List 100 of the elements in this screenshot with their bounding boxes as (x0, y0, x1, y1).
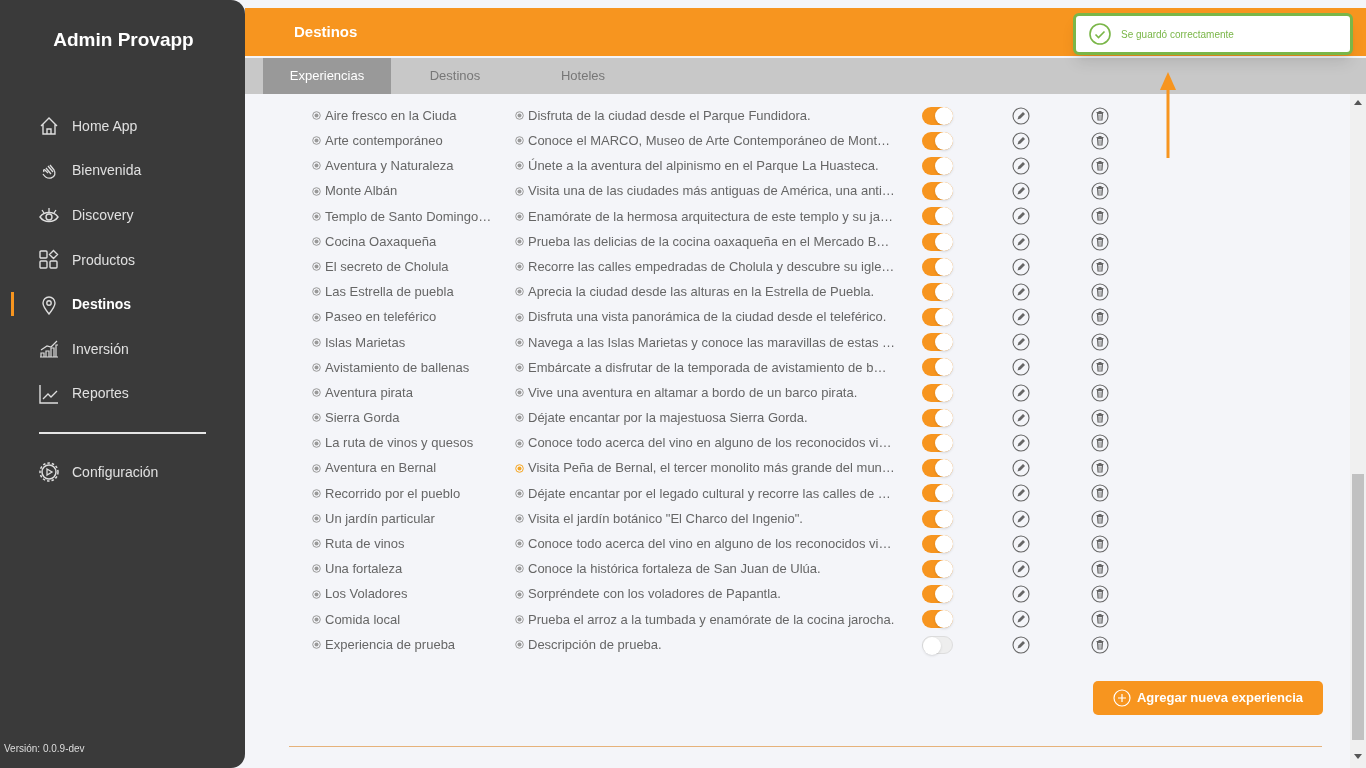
toggle-switch[interactable] (922, 257, 953, 276)
radio-icon[interactable] (515, 362, 524, 372)
edit-icon[interactable] (1012, 534, 1030, 553)
trash-icon[interactable] (1091, 333, 1109, 352)
radio-icon[interactable] (312, 262, 321, 272)
trash-icon[interactable] (1091, 408, 1109, 427)
toggle-switch[interactable] (922, 207, 953, 226)
edit-icon[interactable] (1012, 383, 1030, 402)
edit-icon[interactable] (1012, 333, 1030, 352)
nav-item[interactable]: Reportes (0, 371, 245, 417)
radio-icon[interactable] (515, 312, 524, 322)
trash-icon[interactable] (1091, 509, 1109, 528)
toggle-switch[interactable] (922, 434, 953, 453)
radio-icon[interactable] (515, 488, 524, 498)
radio-icon[interactable] (312, 161, 321, 171)
trash-icon[interactable] (1091, 207, 1109, 226)
toggle-switch[interactable] (922, 635, 953, 654)
radio-icon[interactable] (312, 312, 321, 322)
trash-icon[interactable] (1091, 282, 1109, 301)
edit-icon[interactable] (1012, 232, 1030, 251)
toggle-switch[interactable] (922, 358, 953, 377)
radio-icon[interactable] (312, 111, 321, 121)
edit-icon[interactable] (1012, 282, 1030, 301)
trash-icon[interactable] (1091, 635, 1109, 654)
radio-icon[interactable] (515, 211, 524, 221)
toggle-switch[interactable] (922, 610, 953, 629)
trash-icon[interactable] (1091, 358, 1109, 377)
edit-icon[interactable] (1012, 559, 1030, 578)
edit-icon[interactable] (1012, 459, 1030, 478)
radio-icon[interactable] (312, 539, 321, 549)
edit-icon[interactable] (1012, 434, 1030, 453)
nav-item[interactable]: Productos (0, 237, 245, 283)
radio-icon[interactable] (515, 514, 524, 524)
radio-icon[interactable] (515, 136, 524, 146)
toggle-switch[interactable] (922, 509, 953, 528)
trash-icon[interactable] (1091, 434, 1109, 453)
radio-icon[interactable] (515, 237, 524, 247)
radio-icon[interactable] (515, 337, 524, 347)
trash-icon[interactable] (1091, 383, 1109, 402)
trash-icon[interactable] (1091, 106, 1109, 125)
nav-item[interactable]: Home App (0, 104, 245, 149)
radio-icon[interactable] (312, 337, 321, 347)
nav-item[interactable]: Configuración (0, 450, 245, 495)
radio-icon[interactable] (515, 640, 524, 650)
radio-icon[interactable] (312, 287, 321, 297)
radio-icon[interactable] (515, 186, 524, 196)
radio-icon[interactable] (312, 514, 321, 524)
toggle-switch[interactable] (922, 383, 953, 402)
radio-icon[interactable] (515, 388, 524, 398)
radio-icon[interactable] (515, 413, 524, 423)
toggle-switch[interactable] (922, 484, 953, 503)
toggle-switch[interactable] (922, 559, 953, 578)
radio-icon[interactable] (312, 438, 321, 448)
trash-icon[interactable] (1091, 308, 1109, 327)
edit-icon[interactable] (1012, 106, 1030, 125)
scroll-up-icon[interactable] (1354, 100, 1362, 105)
radio-icon[interactable] (515, 463, 524, 473)
radio-icon[interactable] (312, 237, 321, 247)
radio-icon[interactable] (515, 614, 524, 624)
toggle-switch[interactable] (922, 182, 953, 201)
radio-icon[interactable] (312, 614, 321, 624)
trash-icon[interactable] (1091, 610, 1109, 629)
toggle-switch[interactable] (922, 408, 953, 427)
nav-item[interactable]: Destinos (0, 282, 245, 327)
edit-icon[interactable] (1012, 131, 1030, 150)
trash-icon[interactable] (1091, 232, 1109, 251)
scrollbar-thumb[interactable] (1352, 474, 1364, 740)
radio-icon[interactable] (312, 388, 321, 398)
radio-icon[interactable] (515, 262, 524, 272)
radio-icon[interactable] (312, 413, 321, 423)
nav-item[interactable]: Discovery (0, 193, 245, 238)
edit-icon[interactable] (1012, 610, 1030, 629)
edit-icon[interactable] (1012, 484, 1030, 503)
radio-icon[interactable] (312, 640, 321, 650)
trash-icon[interactable] (1091, 257, 1109, 276)
toggle-switch[interactable] (922, 106, 953, 125)
edit-icon[interactable] (1012, 408, 1030, 427)
nav-item[interactable]: Bienvenida (0, 148, 245, 194)
toggle-switch[interactable] (922, 534, 953, 553)
scroll-down-icon[interactable] (1354, 754, 1362, 759)
radio-icon[interactable] (312, 488, 321, 498)
trash-icon[interactable] (1091, 131, 1109, 150)
radio-icon[interactable] (515, 111, 524, 121)
radio-icon[interactable] (312, 211, 321, 221)
radio-icon[interactable] (312, 463, 321, 473)
radio-icon[interactable] (515, 287, 524, 297)
radio-icon[interactable] (515, 564, 524, 574)
trash-icon[interactable] (1091, 459, 1109, 478)
radio-icon[interactable] (515, 539, 524, 549)
toggle-switch[interactable] (922, 282, 953, 301)
edit-icon[interactable] (1012, 308, 1030, 327)
radio-icon[interactable] (312, 136, 321, 146)
toggle-switch[interactable] (922, 585, 953, 604)
edit-icon[interactable] (1012, 207, 1030, 226)
radio-icon[interactable] (515, 589, 524, 599)
radio-icon[interactable] (515, 438, 524, 448)
toggle-switch[interactable] (922, 333, 953, 352)
edit-icon[interactable] (1012, 257, 1030, 276)
radio-icon[interactable] (312, 186, 321, 196)
trash-icon[interactable] (1091, 182, 1109, 201)
